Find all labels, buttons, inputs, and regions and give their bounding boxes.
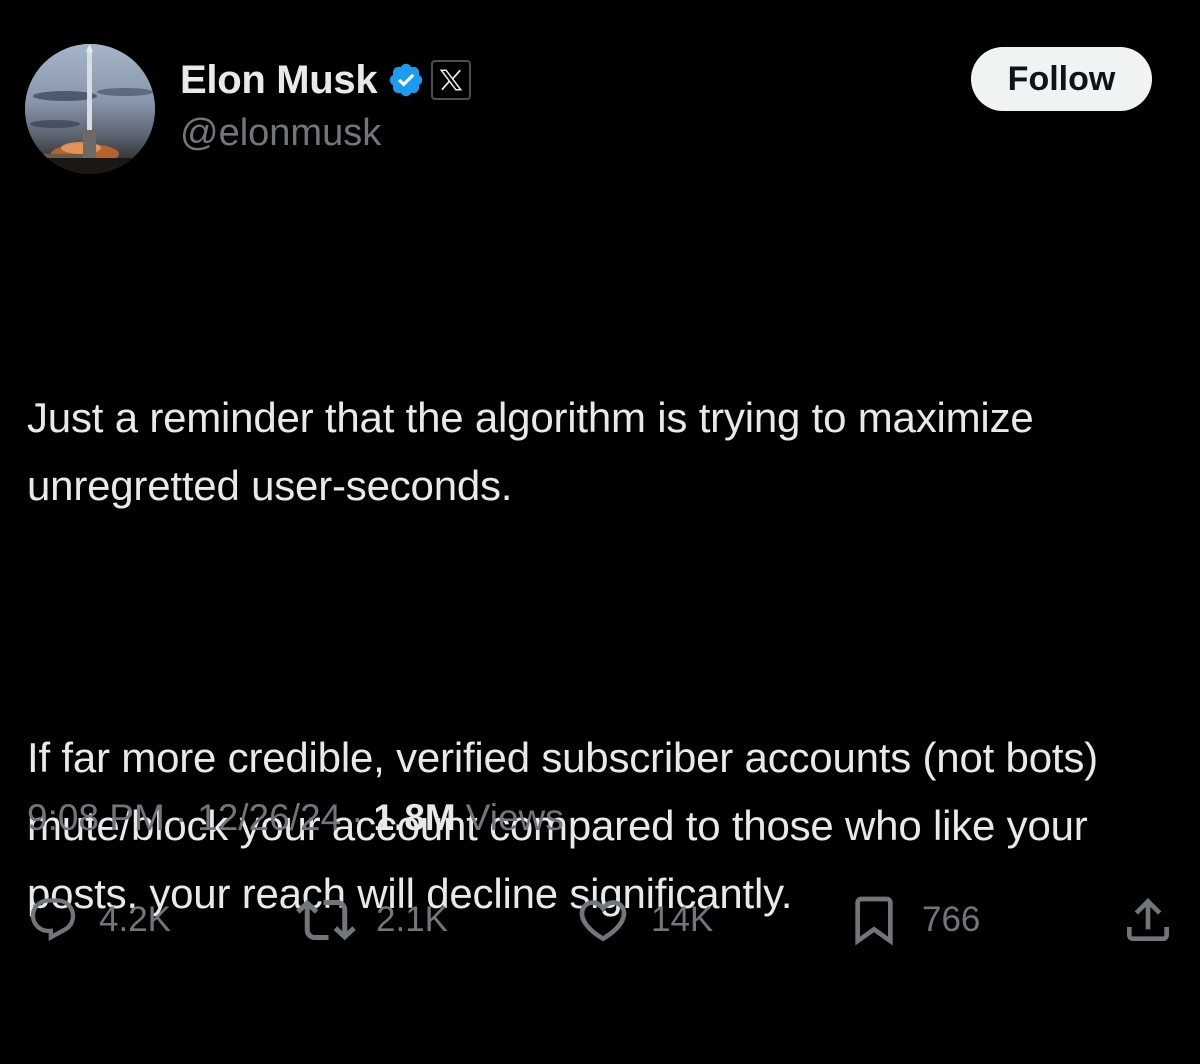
views-count: 1.8M <box>373 797 456 838</box>
x-logo-icon[interactable] <box>431 60 472 100</box>
action-bar: 4.2K 2.1K 14K 766 <box>0 890 1200 950</box>
repost-icon <box>296 899 356 941</box>
heart-icon <box>579 900 627 942</box>
reply-icon <box>30 898 76 942</box>
avatar[interactable] <box>25 44 155 174</box>
like-button[interactable]: 14K <box>575 890 713 950</box>
tweet-time[interactable]: 9:08 PM <box>27 797 165 839</box>
repost-button[interactable]: 2.1K <box>296 890 448 950</box>
reply-count: 4.2K <box>99 900 171 939</box>
bookmark-icon <box>855 896 893 946</box>
verified-badge-icon[interactable] <box>387 61 425 99</box>
tweet-paragraph: Just a reminder that the algorithm is tr… <box>27 394 1046 509</box>
repost-count: 2.1K <box>376 900 448 939</box>
share-icon <box>1127 898 1169 941</box>
bookmark-count: 766 <box>922 900 981 939</box>
bookmark-button[interactable]: 766 <box>846 890 980 950</box>
author-handle[interactable]: @elonmusk <box>180 112 381 155</box>
author-name-row: Elon Musk <box>180 56 472 104</box>
like-count: 14K <box>651 900 714 939</box>
views-label: Views <box>465 797 564 838</box>
tweet-card: Elon Musk @elonmusk Follow Just a remind… <box>0 0 1200 994</box>
tweet-date[interactable]: 12/26/24 <box>197 797 341 839</box>
reply-button[interactable]: 4.2K <box>27 890 171 950</box>
author-display-name[interactable]: Elon Musk <box>180 58 378 103</box>
follow-button[interactable]: Follow <box>971 47 1152 111</box>
meta-separator: · <box>174 797 188 838</box>
share-button[interactable] <box>1120 890 1176 950</box>
avatar-image <box>25 44 155 174</box>
tweet-meta: 9:08 PM · 12/26/24 · 1.8M Views <box>27 797 564 839</box>
meta-separator: · <box>351 797 364 838</box>
